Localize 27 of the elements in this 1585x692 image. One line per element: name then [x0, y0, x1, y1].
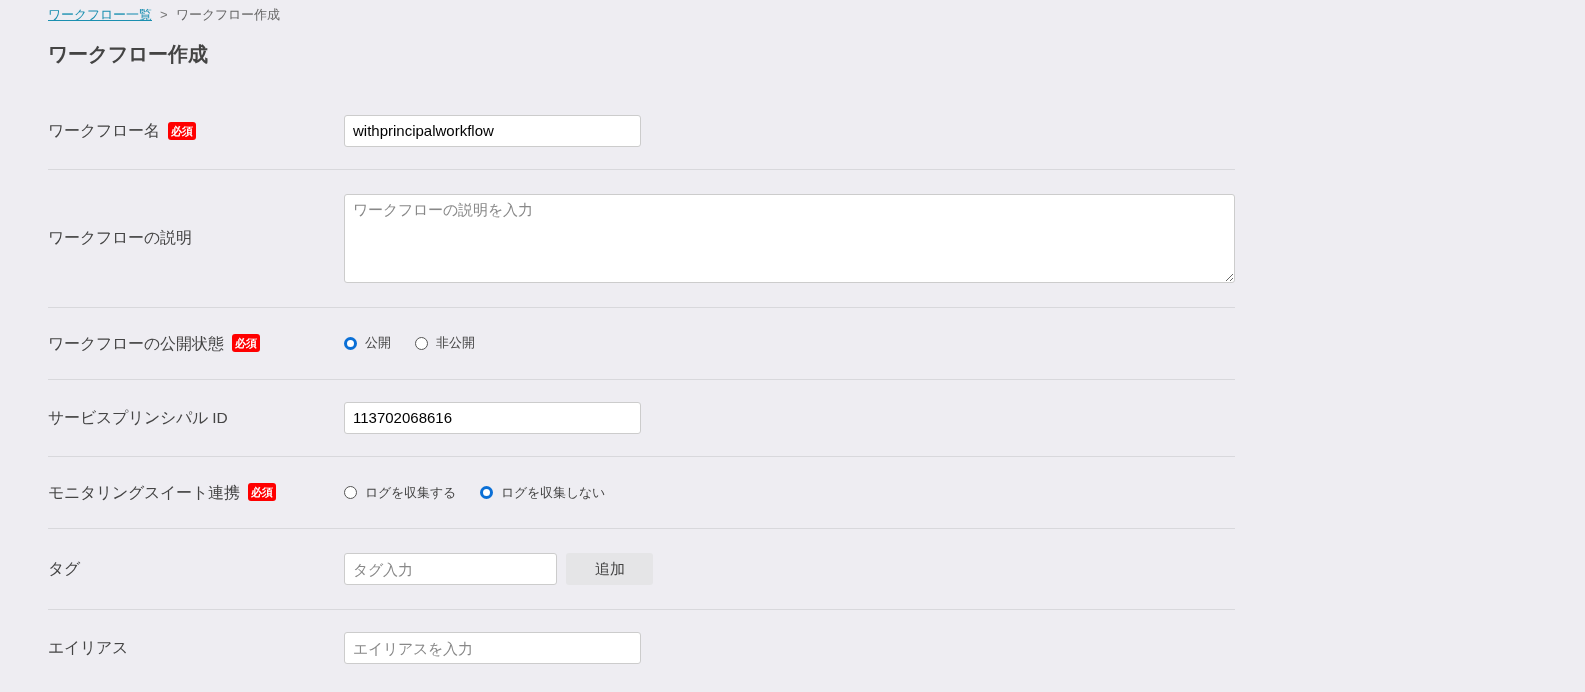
radio-label[interactable]: 公開 — [365, 333, 391, 353]
field-label: タグ — [48, 559, 80, 580]
radio-label[interactable]: ログを収集しない — [501, 482, 605, 503]
description-field[interactable]: ワークフローの説明を入力 — [344, 193, 1235, 283]
input-field[interactable]: withprincipalworkflow — [344, 114, 641, 147]
breadcrumb-current: ワークフロー作成 — [175, 6, 280, 24]
field-label: ワークフロー名 — [48, 120, 160, 141]
input-field[interactable]: 113702068616 — [344, 401, 641, 434]
field-label: ワークフローの説明 — [48, 228, 192, 249]
radio-button[interactable] — [415, 336, 428, 350]
add-button[interactable]: 追加 — [566, 553, 653, 585]
required-badge: 必須 — [248, 483, 276, 502]
breadcrumb-separator: > — [160, 6, 168, 24]
tag-input-field[interactable]: タグ入力 — [344, 553, 557, 585]
radio-button[interactable] — [480, 485, 493, 499]
input-field[interactable]: エイリアスを入力 — [344, 632, 641, 664]
field-label: ワークフローの公開状態 — [48, 333, 224, 354]
radio-label[interactable]: 非公開 — [436, 333, 475, 353]
required-badge: 必須 — [232, 334, 260, 353]
radio-button[interactable] — [344, 336, 357, 350]
page-title: ワークフロー作成 — [48, 41, 209, 67]
required-badge: 必須 — [168, 121, 196, 140]
radio-button[interactable] — [344, 485, 357, 499]
field-label: サービスプリンシパル ID — [48, 408, 228, 429]
field-label: エイリアス — [48, 638, 128, 659]
field-label: モニタリングスイート連携 — [48, 482, 240, 503]
radio-label[interactable]: ログを収集する — [365, 482, 456, 503]
